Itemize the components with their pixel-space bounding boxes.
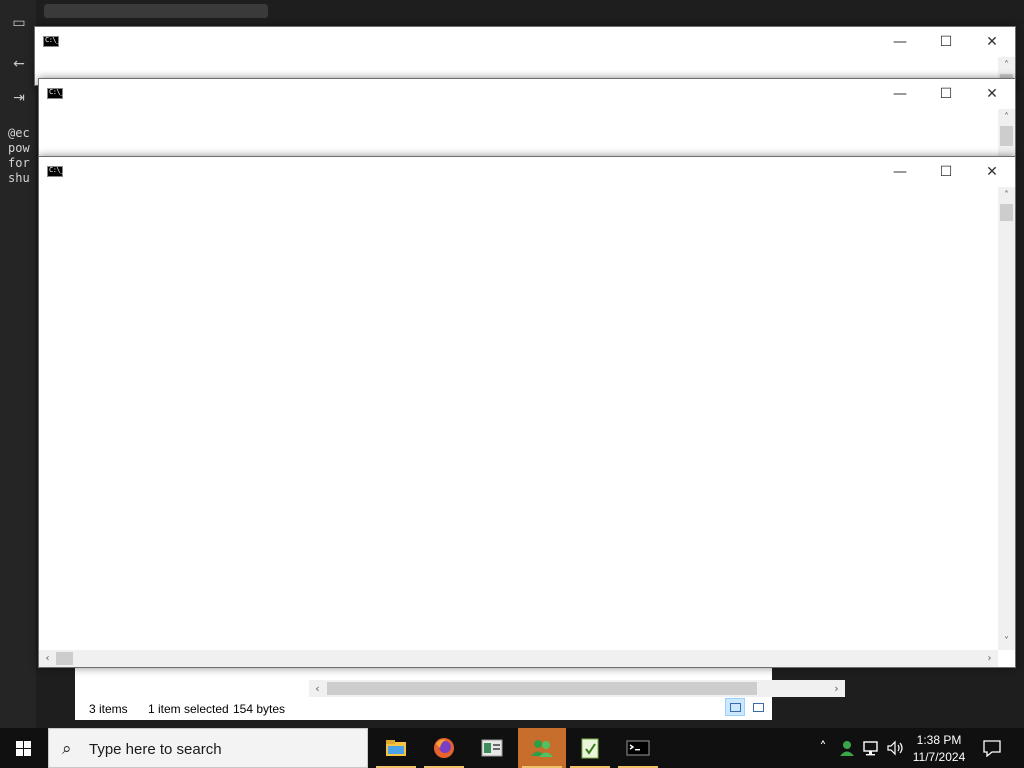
scroll-thumb[interactable] — [1000, 204, 1013, 221]
show-hidden-icons-icon[interactable]: ˄ — [812, 728, 834, 768]
notification-icon — [983, 740, 1001, 758]
scroll-down-icon[interactable]: ˅ — [998, 633, 1015, 650]
notification-center-button[interactable] — [972, 728, 1012, 768]
search-placeholder: Type here to search — [89, 741, 222, 758]
horizontal-scrollbar[interactable]: ‹ › — [309, 680, 845, 697]
app-window-icon — [481, 739, 503, 757]
search-box[interactable]: ⌕ Type here to search — [48, 728, 368, 768]
search-icon: ⌕ — [62, 739, 72, 759]
vertical-scrollbar[interactable]: ˄ — [998, 109, 1015, 157]
file-explorer-icon — [386, 740, 406, 756]
taskbar-firefox[interactable] — [420, 728, 468, 768]
taskbar: ⌕ Type here to search ˄ 1:38 PM 11/7/202… — [0, 728, 1024, 768]
status-size: 154 bytes — [233, 702, 286, 716]
clock-time: 1:38 PM — [916, 733, 962, 747]
code-line: shu — [8, 171, 30, 185]
taskbar-users[interactable] — [518, 728, 566, 768]
title-bar[interactable]: — ☐ ✕ — [39, 79, 1015, 109]
scroll-left-icon[interactable]: ‹ — [39, 650, 56, 667]
scroll-right-icon[interactable]: › — [981, 650, 998, 667]
firefox-icon — [434, 738, 454, 758]
scroll-up-icon[interactable]: ˄ — [998, 187, 1015, 204]
details-view-button[interactable] — [725, 698, 745, 716]
start-button[interactable] — [0, 728, 48, 768]
scroll-thumb[interactable] — [327, 682, 757, 695]
close-button[interactable]: ✕ — [969, 27, 1015, 57]
maximize-button[interactable]: ☐ — [923, 79, 969, 109]
close-button[interactable]: ✕ — [969, 79, 1015, 109]
title-bar[interactable]: — ☐ ✕ — [39, 157, 1015, 187]
maximize-button[interactable]: ☐ — [923, 157, 969, 187]
windows-logo-icon — [16, 741, 32, 757]
taskbar-app-window[interactable] — [468, 728, 516, 768]
status-selection: 1 item selected — [148, 702, 229, 716]
cmd-window-middle[interactable]: — ☐ ✕ ˄ — [38, 78, 1016, 158]
sign-in-icon[interactable]: ⇥ — [10, 89, 28, 107]
file-explorer-window: ‹ › 3 items 1 item selected 154 bytes — [75, 668, 845, 720]
cmd-window-front[interactable]: — ☐ ✕ ˄ ˅ ‹ › — [38, 156, 1016, 668]
clock-date: 11/7/2024 — [912, 750, 966, 764]
vertical-scrollbar[interactable]: ˄ ˅ — [998, 187, 1015, 650]
status-item-count: 3 items — [89, 702, 128, 716]
clock[interactable]: 1:38 PM 11/7/2024 — [906, 732, 972, 766]
scroll-up-icon[interactable]: ˄ — [998, 57, 1015, 74]
network-icon[interactable] — [860, 728, 882, 768]
scroll-left-icon[interactable]: ‹ — [309, 680, 326, 697]
minimize-button[interactable]: — — [877, 79, 923, 109]
notepad-icon — [581, 738, 599, 759]
taskbar-file-explorer[interactable] — [372, 728, 420, 768]
users-icon — [531, 740, 553, 757]
horizontal-scrollbar[interactable]: ‹ › — [39, 650, 998, 667]
cmd-icon — [626, 740, 650, 756]
scroll-right-icon[interactable]: › — [828, 680, 845, 697]
minimize-button[interactable]: — — [877, 157, 923, 187]
code-line: @ec — [8, 126, 30, 140]
taskbar-notepad[interactable] — [566, 728, 614, 768]
editor-tab-bar — [44, 4, 268, 18]
large-icons-view-button[interactable] — [748, 698, 768, 716]
cmd-icon — [47, 166, 64, 177]
cmd-icon — [43, 36, 60, 47]
back-arrow-icon[interactable]: ← — [10, 55, 28, 73]
taskbar-cmd[interactable] — [614, 728, 662, 768]
code-line: for — [8, 156, 30, 170]
minimize-button[interactable]: — — [877, 27, 923, 57]
code-line: pow — [8, 141, 30, 155]
scroll-up-icon[interactable]: ˄ — [998, 109, 1015, 126]
scroll-thumb[interactable] — [56, 652, 73, 665]
editor-code: @ec pow for shu — [8, 126, 38, 186]
editor-activity-bar: ▭ ← ⇥ — [0, 0, 36, 728]
cmd-icon — [47, 88, 64, 99]
scroll-thumb[interactable] — [1000, 126, 1013, 146]
cmd-window-back[interactable]: — ☐ ✕ ˄ — [34, 26, 1016, 86]
user-status-icon[interactable] — [836, 728, 858, 768]
maximize-button[interactable]: ☐ — [923, 27, 969, 57]
volume-icon[interactable] — [884, 728, 906, 768]
close-button[interactable]: ✕ — [969, 157, 1015, 187]
title-bar[interactable]: — ☐ ✕ — [35, 27, 1015, 57]
archive-icon[interactable]: ▭ — [10, 14, 28, 32]
